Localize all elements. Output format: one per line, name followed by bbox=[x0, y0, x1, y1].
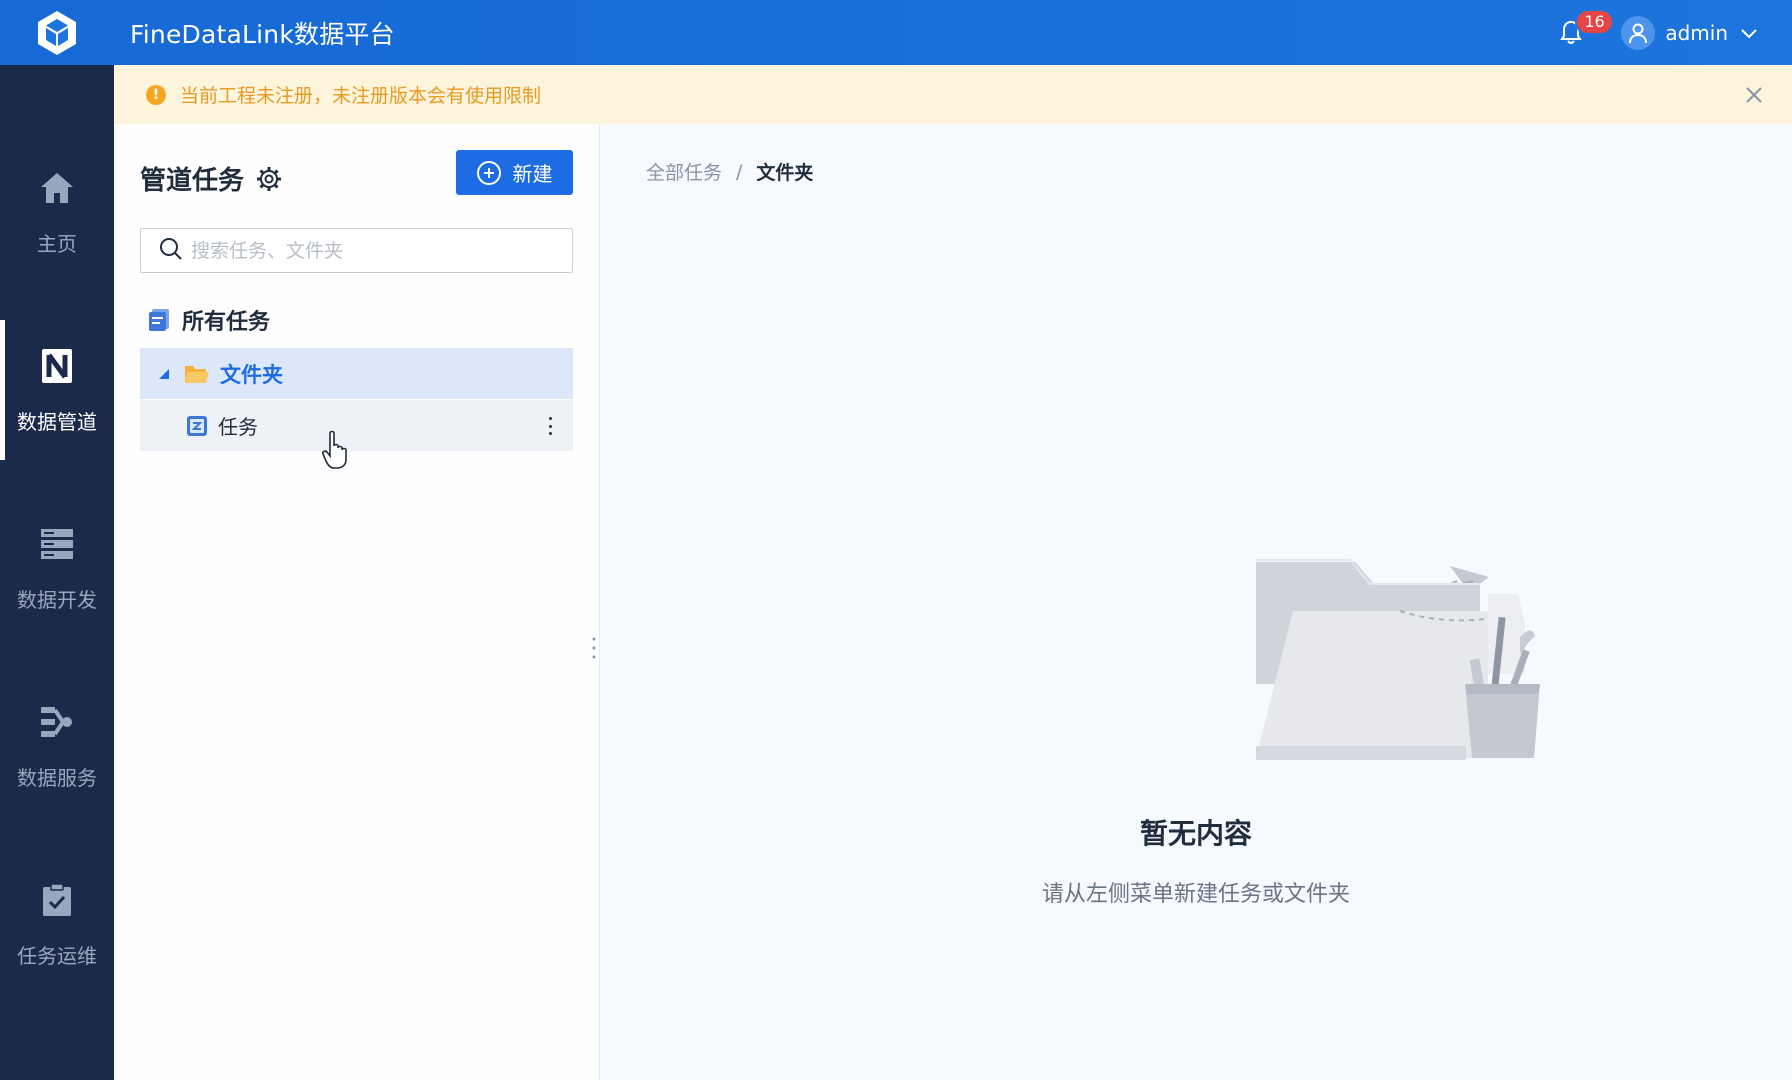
service-icon bbox=[37, 702, 77, 742]
nav-item-home[interactable]: 主页 bbox=[0, 142, 114, 282]
user-menu[interactable]: admin bbox=[1621, 15, 1758, 50]
tree-item-all-tasks[interactable]: 所有任务 bbox=[148, 304, 270, 336]
clipboard-check-icon bbox=[37, 880, 77, 920]
search-input[interactable] bbox=[191, 239, 571, 262]
user-name: admin bbox=[1665, 20, 1728, 45]
main-content: 全部任务 / 文件夹 暂无内容 请从左侧菜单新建任务或文件夹 bbox=[600, 124, 1792, 1080]
nav-item-data-development[interactable]: 数据开发 bbox=[0, 498, 114, 638]
tree-label: 文件夹 bbox=[220, 362, 283, 387]
pipeline-task-panel: 管道任务 新建 搜索任务、文件夹 所有任务 文件夹 任务 bbox=[114, 124, 600, 1080]
breadcrumb-root[interactable]: 全部任务 bbox=[646, 158, 722, 185]
user-avatar-icon bbox=[1621, 15, 1656, 50]
database-icon bbox=[37, 524, 77, 564]
notification-button[interactable]: 16 bbox=[1551, 8, 1614, 53]
nav-label: 主页 bbox=[37, 231, 77, 256]
top-bar: FineDataLink数据平台 16 admin bbox=[0, 0, 1792, 65]
plus-circle-icon bbox=[476, 160, 501, 185]
hand-cursor-icon bbox=[322, 430, 352, 474]
nav-item-task-ops[interactable]: 任务运维 bbox=[0, 854, 114, 994]
search-icon bbox=[159, 237, 183, 265]
folder-open-icon bbox=[184, 363, 210, 385]
nav-item-data-service[interactable]: 数据服务 bbox=[0, 676, 114, 816]
tree-item-task[interactable]: 任务 bbox=[140, 400, 573, 451]
warning-icon: ! bbox=[146, 84, 166, 105]
breadcrumb-current: 文件夹 bbox=[756, 162, 814, 184]
nav-label: 数据开发 bbox=[17, 587, 97, 612]
tree-label: 所有任务 bbox=[182, 310, 271, 335]
breadcrumb-separator: / bbox=[736, 160, 743, 183]
pipeline-icon bbox=[37, 346, 77, 386]
tree-label: 任务 bbox=[218, 415, 258, 439]
pipeline-task-icon bbox=[186, 415, 208, 437]
banner-text: 当前工程未注册，未注册版本会有使用限制 bbox=[180, 85, 542, 107]
notification-badge: 16 bbox=[1575, 8, 1614, 35]
new-button-label: 新建 bbox=[512, 162, 553, 186]
gear-icon[interactable] bbox=[256, 166, 282, 192]
new-button[interactable]: 新建 bbox=[456, 150, 573, 195]
nav-item-data-pipeline[interactable]: 数据管道 bbox=[0, 320, 114, 460]
tree-item-folder[interactable]: 文件夹 bbox=[140, 348, 573, 399]
search-box bbox=[140, 228, 573, 273]
empty-state-subtitle: 请从左侧菜单新建任务或文件夹 bbox=[1041, 882, 1350, 907]
panel-title-text: 管道任务 bbox=[140, 166, 245, 196]
more-vertical-icon[interactable] bbox=[545, 414, 555, 438]
left-nav: 主页 数据管道 数据开发 数据服务 任务运维 bbox=[0, 65, 114, 1080]
nav-label: 数据管道 bbox=[17, 409, 97, 434]
close-icon[interactable] bbox=[1742, 83, 1766, 107]
nav-label: 任务运维 bbox=[17, 943, 97, 968]
breadcrumb: 全部任务 / 文件夹 bbox=[646, 158, 813, 185]
topbar-actions: 16 admin bbox=[1551, 0, 1758, 65]
home-icon bbox=[37, 168, 77, 208]
unregistered-warning-banner: ! 当前工程未注册，未注册版本会有使用限制 bbox=[114, 65, 1792, 124]
panel-title: 管道任务 bbox=[140, 160, 282, 197]
caret-down-icon[interactable] bbox=[158, 368, 170, 380]
chevron-down-icon bbox=[1740, 21, 1758, 45]
nav-label: 数据服务 bbox=[17, 765, 97, 790]
empty-state-title: 暂无内容 bbox=[1139, 817, 1252, 850]
task-list-icon bbox=[148, 308, 170, 332]
empty-folder-illustration bbox=[1250, 524, 1550, 778]
app-title: FineDataLink数据平台 bbox=[130, 19, 395, 49]
app-logo-icon[interactable] bbox=[0, 0, 114, 65]
